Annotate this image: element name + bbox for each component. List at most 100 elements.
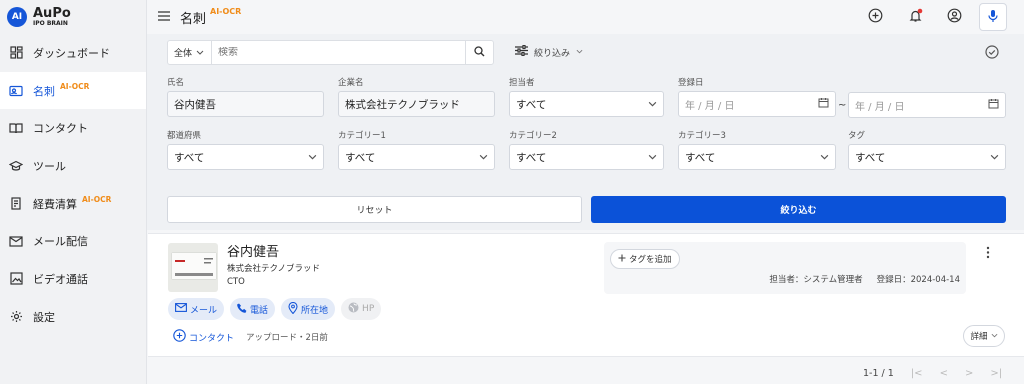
- business-card-thumbnail[interactable]: [168, 243, 218, 292]
- select-value: すべて: [516, 151, 547, 164]
- field-label: カテゴリー1: [338, 131, 386, 141]
- details-button[interactable]: 詳細: [963, 325, 1005, 347]
- sidebar-item-video[interactable]: ビデオ通話: [0, 260, 146, 298]
- add-tag-button[interactable]: タグを追加: [610, 249, 680, 269]
- sidebar-item-settings[interactable]: 設定: [0, 298, 146, 336]
- search-scope-value: 全体: [174, 49, 193, 59]
- phone-chip[interactable]: 電話: [230, 298, 276, 320]
- date-filter: 登録日 年 / 月 / 日: [678, 76, 836, 117]
- reset-button[interactable]: リセット: [167, 196, 582, 223]
- account-circle-icon: [947, 8, 962, 26]
- contact-title: CTO: [227, 277, 245, 287]
- select-value: すべて: [685, 151, 716, 164]
- sidebar-item-expenses[interactable]: 経費清算 AI-OCR: [0, 185, 146, 223]
- location-pin-icon: [288, 301, 298, 317]
- tag-select[interactable]: すべて: [848, 144, 1006, 170]
- mail-chip[interactable]: メール: [168, 298, 225, 320]
- category3-select[interactable]: すべて: [678, 144, 836, 170]
- mail-icon: [9, 234, 23, 248]
- sidebar-item-dashboard[interactable]: ダッシュボード: [0, 34, 146, 72]
- name-field[interactable]: 谷内健吾: [167, 91, 324, 117]
- graduation-cap-icon: [9, 159, 23, 173]
- category2-select[interactable]: すべて: [509, 144, 664, 170]
- more-vert-icon[interactable]: [986, 246, 990, 263]
- filter-toggle[interactable]: 絞り込み: [515, 44, 583, 59]
- chevron-down-icon: [308, 151, 317, 163]
- date-to-field[interactable]: 年 / 月 / 日: [848, 92, 1006, 118]
- contact-name[interactable]: 谷内健吾: [227, 241, 279, 260]
- sidebar-item-contacts[interactable]: コンタクト: [0, 109, 146, 147]
- category3-filter: カテゴリー3 すべて: [678, 129, 836, 170]
- sidebar-item-label: ビデオ通話: [33, 272, 88, 286]
- date-from-field[interactable]: 年 / 月 / 日: [678, 91, 836, 117]
- field-label: 登録日: [678, 78, 704, 88]
- sidebar-item-business-cards[interactable]: 名刺 AI-OCR: [0, 71, 146, 110]
- field-label: 都道府県: [167, 131, 202, 141]
- prev-page-icon[interactable]: <: [940, 368, 948, 379]
- logo-name: AuPo: [33, 6, 71, 21]
- select-value: すべて: [345, 151, 376, 164]
- page-title: 名刺: [180, 11, 207, 27]
- field-label: 企業名: [338, 78, 364, 88]
- search-button[interactable]: [465, 41, 493, 64]
- dashboard-icon: [9, 46, 23, 60]
- calendar-icon: [988, 98, 999, 112]
- tag-area: タグを追加 担当者：システム管理者 登録日：2024-04-14: [604, 242, 966, 294]
- sidebar-item-tools[interactable]: ツール: [0, 147, 146, 185]
- app-logo[interactable]: AI AuPo IPO BRAIN: [0, 0, 146, 34]
- field-label: 担当者: [509, 78, 535, 88]
- chevron-down-icon: [990, 151, 999, 163]
- add-tag-label: タグを追加: [629, 255, 672, 265]
- chip-label: 電話: [250, 305, 269, 316]
- sidebar-item-label: ツール: [33, 159, 66, 173]
- notifications-button[interactable]: [904, 6, 926, 28]
- field-label: 氏名: [167, 78, 185, 88]
- chevron-down-icon: [648, 98, 657, 110]
- select-value: すべて: [516, 98, 547, 111]
- sidebar-item-mail[interactable]: メール配信: [0, 222, 146, 260]
- prefecture-filter: 都道府県 すべて: [167, 129, 324, 170]
- chevron-down-icon: [479, 151, 488, 163]
- voice-input-button[interactable]: [979, 3, 1007, 31]
- sidebar-item-label: メール配信: [33, 235, 88, 249]
- prefecture-select[interactable]: すべて: [167, 144, 324, 170]
- chip-label: 所在地: [301, 305, 329, 316]
- add-button[interactable]: [864, 6, 886, 28]
- upload-info: アップロード・2日前: [246, 333, 328, 343]
- field-label: カテゴリー2: [509, 131, 557, 141]
- category1-select[interactable]: すべて: [338, 144, 495, 170]
- search-input[interactable]: [212, 47, 465, 58]
- homepage-chip[interactable]: HP: [341, 298, 382, 320]
- sidebar-item-label: 経費清算: [33, 197, 77, 211]
- location-chip[interactable]: 所在地: [281, 298, 336, 320]
- field-value: 谷内健吾: [174, 98, 216, 111]
- check-circle-icon[interactable]: [985, 45, 999, 62]
- company-field[interactable]: 株式会社テクノブラッド: [338, 91, 495, 117]
- receipt-icon: [9, 197, 23, 211]
- pagination: 1-1 / 1 |< < > >|: [863, 368, 1002, 379]
- business-card-item[interactable]: 谷内健吾 株式会社テクノブラッド CTO メール 電話 所在地 HP コンタクト…: [148, 233, 1024, 357]
- date-to-filter: 年 / 月 / 日: [848, 92, 1006, 118]
- apply-filter-button[interactable]: 絞り込む: [591, 196, 1006, 223]
- calendar-icon: [818, 97, 829, 111]
- next-page-icon[interactable]: >: [965, 368, 973, 379]
- search-scope-select[interactable]: 全体: [168, 41, 212, 64]
- menu-icon[interactable]: [158, 10, 170, 24]
- owner-select[interactable]: すべて: [509, 91, 664, 117]
- last-page-icon[interactable]: >|: [990, 368, 1002, 379]
- tune-icon: [515, 44, 528, 59]
- ai-ocr-badge: AI-OCR: [60, 82, 90, 92]
- mail-icon: [175, 303, 187, 315]
- first-page-icon[interactable]: |<: [911, 368, 923, 379]
- account-button[interactable]: [943, 6, 965, 28]
- add-contact-button[interactable]: コンタクト: [173, 329, 234, 345]
- bell-icon: [908, 8, 923, 26]
- search-bar: 全体: [167, 40, 494, 65]
- select-value: すべて: [174, 151, 205, 164]
- tag-filter: タグ すべて: [848, 129, 1006, 170]
- owner-filter: 担当者 すべて: [509, 76, 664, 117]
- image-icon: [9, 272, 23, 286]
- chevron-down-icon: [648, 151, 657, 163]
- microphone-icon: [988, 9, 998, 26]
- filter-panel: 全体 絞り込み 氏名 谷内健吾 企業名 株式会社テクノブラッド 担当者 すべて …: [147, 34, 1024, 230]
